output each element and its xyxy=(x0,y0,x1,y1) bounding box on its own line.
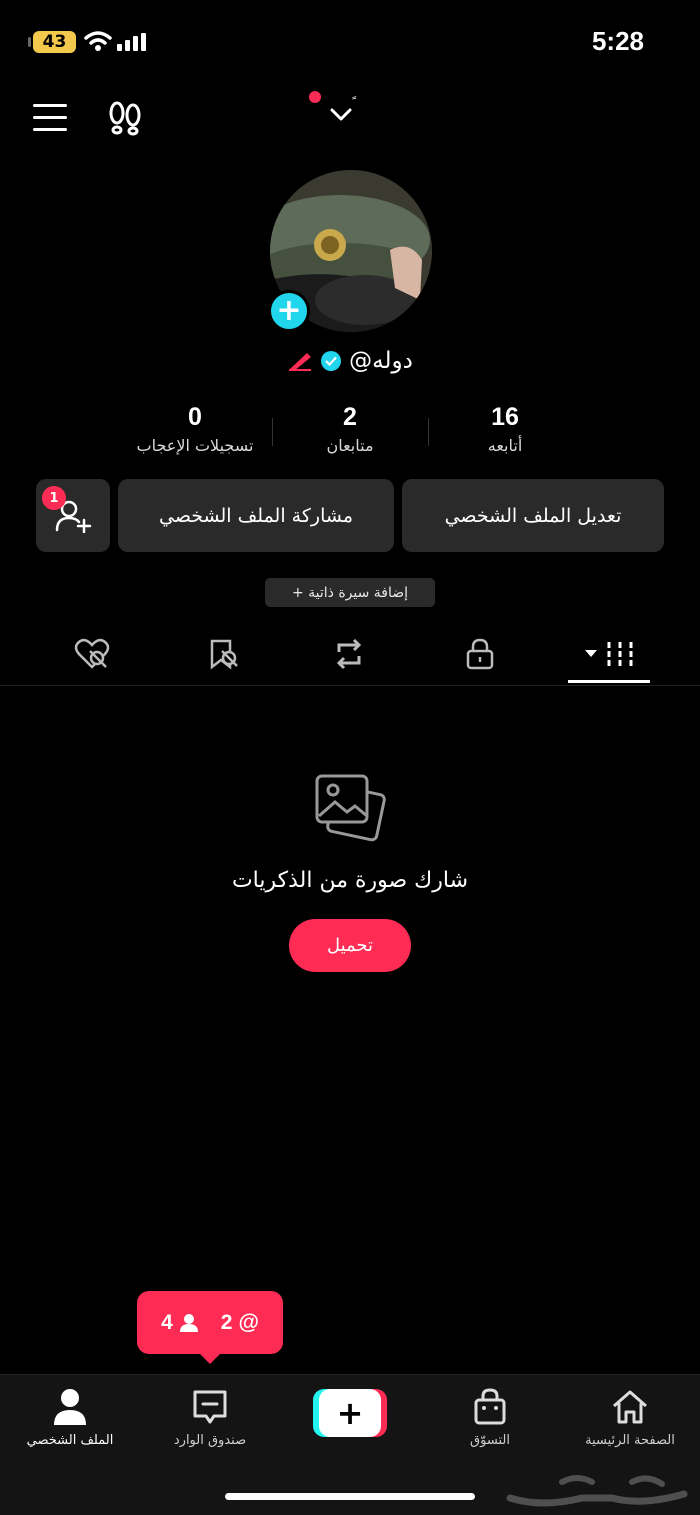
person-icon xyxy=(179,1313,198,1332)
empty-state-title: شارك صورة من الذكريات xyxy=(231,868,469,893)
status-bar: 43 5:28 xyxy=(0,0,700,80)
tab-videos[interactable] xyxy=(580,636,640,672)
following-stat[interactable]: 16 أتابعه xyxy=(425,403,585,455)
likes-label: تسجيلات الإعجاب xyxy=(136,436,254,455)
mentions: 2 @ xyxy=(221,1311,259,1335)
content-tabs xyxy=(0,624,700,686)
mentions-count: 2 xyxy=(220,1310,233,1334)
bookmark-hidden-icon xyxy=(210,639,238,670)
home-icon xyxy=(613,1390,647,1424)
nav-shop-label: التسوّق xyxy=(470,1433,510,1448)
nav-home-label: الصفحة الرئيسية xyxy=(585,1433,675,1448)
friend-request-badge: 1 xyxy=(42,486,66,510)
battery-level: 43 xyxy=(42,32,67,52)
followers-stat[interactable]: 2 متابعان xyxy=(270,403,430,455)
tab-favorites[interactable] xyxy=(200,636,244,672)
chevron-down-icon xyxy=(330,108,352,121)
notification-dot xyxy=(309,91,321,103)
shopping-bag-icon xyxy=(474,1388,506,1425)
menu-icon[interactable] xyxy=(33,104,67,132)
nav-inbox[interactable]: صندوق الوارد xyxy=(145,1385,275,1448)
wifi-icon xyxy=(84,31,112,51)
footprint-icon[interactable] xyxy=(106,100,144,136)
profile-icon xyxy=(54,1389,86,1425)
username: @دوله xyxy=(349,348,413,374)
grid-videos-icon xyxy=(585,642,633,666)
nav-inbox-label: صندوق الوارد xyxy=(173,1433,247,1448)
nav-home[interactable]: الصفحة الرئيسية xyxy=(565,1385,695,1448)
add-bio-button[interactable]: + إضافة سيرة ذاتية xyxy=(265,578,435,607)
followers-count: 2 xyxy=(343,403,357,431)
battery-indicator: 43 xyxy=(28,31,76,53)
nav-profile[interactable]: الملف الشخصي xyxy=(5,1385,135,1448)
repost-icon xyxy=(336,638,362,670)
edit-pencil-icon[interactable] xyxy=(287,351,313,371)
signal-icon xyxy=(117,33,146,51)
active-tab-indicator xyxy=(568,680,650,683)
likes-count: 0 xyxy=(188,403,202,431)
nav-shop[interactable]: التسوّق xyxy=(425,1385,555,1448)
likes-stat[interactable]: 0 تسجيلات الإعجاب xyxy=(115,403,275,455)
lock-icon xyxy=(466,638,494,670)
new-followers: 4 xyxy=(161,1311,199,1335)
clock: 5:28 xyxy=(591,26,644,56)
add-avatar-button[interactable]: + xyxy=(268,290,310,332)
profile-stats: 16 أتابعه 2 متابعان 0 تسجيلات الإعجاب xyxy=(0,403,700,463)
home-indicator[interactable] xyxy=(225,1493,475,1500)
watermark-logo xyxy=(506,1475,688,1507)
share-profile-button[interactable]: مشاركة الملف الشخصي xyxy=(118,479,394,552)
following-count: 16 xyxy=(491,403,519,431)
edit-profile-button[interactable]: تعديل الملف الشخصي xyxy=(402,479,664,552)
tab-reposts[interactable] xyxy=(327,636,371,672)
at-sign-icon: @ xyxy=(238,1310,259,1334)
photos-icon xyxy=(315,774,386,842)
tab-private[interactable] xyxy=(458,636,502,672)
inbox-icon xyxy=(193,1390,227,1424)
tab-liked[interactable] xyxy=(70,636,114,672)
verified-icon xyxy=(321,351,342,371)
stat-divider xyxy=(428,418,429,446)
heart-hidden-icon xyxy=(74,638,110,669)
followers-label: متابعان xyxy=(326,436,374,455)
nav-profile-label: الملف الشخصي xyxy=(26,1433,114,1448)
username-row: @دوله xyxy=(0,348,700,374)
plus-icon: + xyxy=(319,1389,381,1437)
create-button[interactable]: + xyxy=(313,1389,387,1437)
following-label: أتابعه xyxy=(487,436,523,455)
upload-button[interactable]: تحميل xyxy=(289,919,411,972)
account-switcher[interactable]: ً xyxy=(321,100,361,130)
activity-bubble[interactable]: 4 2 @ xyxy=(137,1291,283,1364)
new-followers-count: 4 xyxy=(161,1310,173,1334)
stat-divider xyxy=(272,418,273,446)
